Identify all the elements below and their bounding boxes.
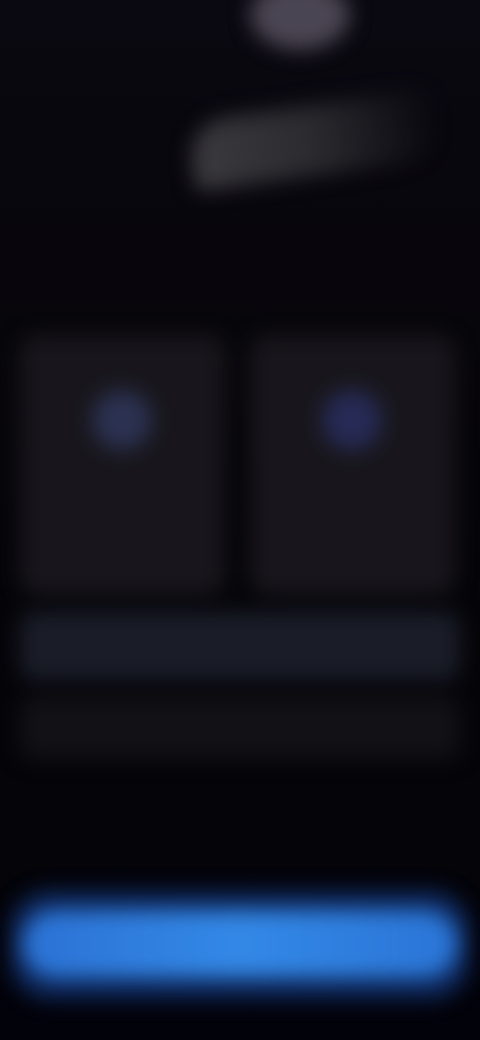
primary-button[interactable] xyxy=(22,910,458,978)
option-icon xyxy=(92,390,152,450)
list-item[interactable] xyxy=(20,696,460,760)
option-icon xyxy=(322,390,382,450)
list-item-highlighted[interactable] xyxy=(20,612,460,680)
option-card-right[interactable] xyxy=(250,335,455,595)
status-bar xyxy=(0,0,480,60)
hero-illustration xyxy=(186,87,444,193)
blurred-content xyxy=(0,0,480,1040)
camera-notch xyxy=(250,0,350,50)
option-card-left[interactable] xyxy=(20,335,225,595)
app-screen xyxy=(0,0,480,1040)
